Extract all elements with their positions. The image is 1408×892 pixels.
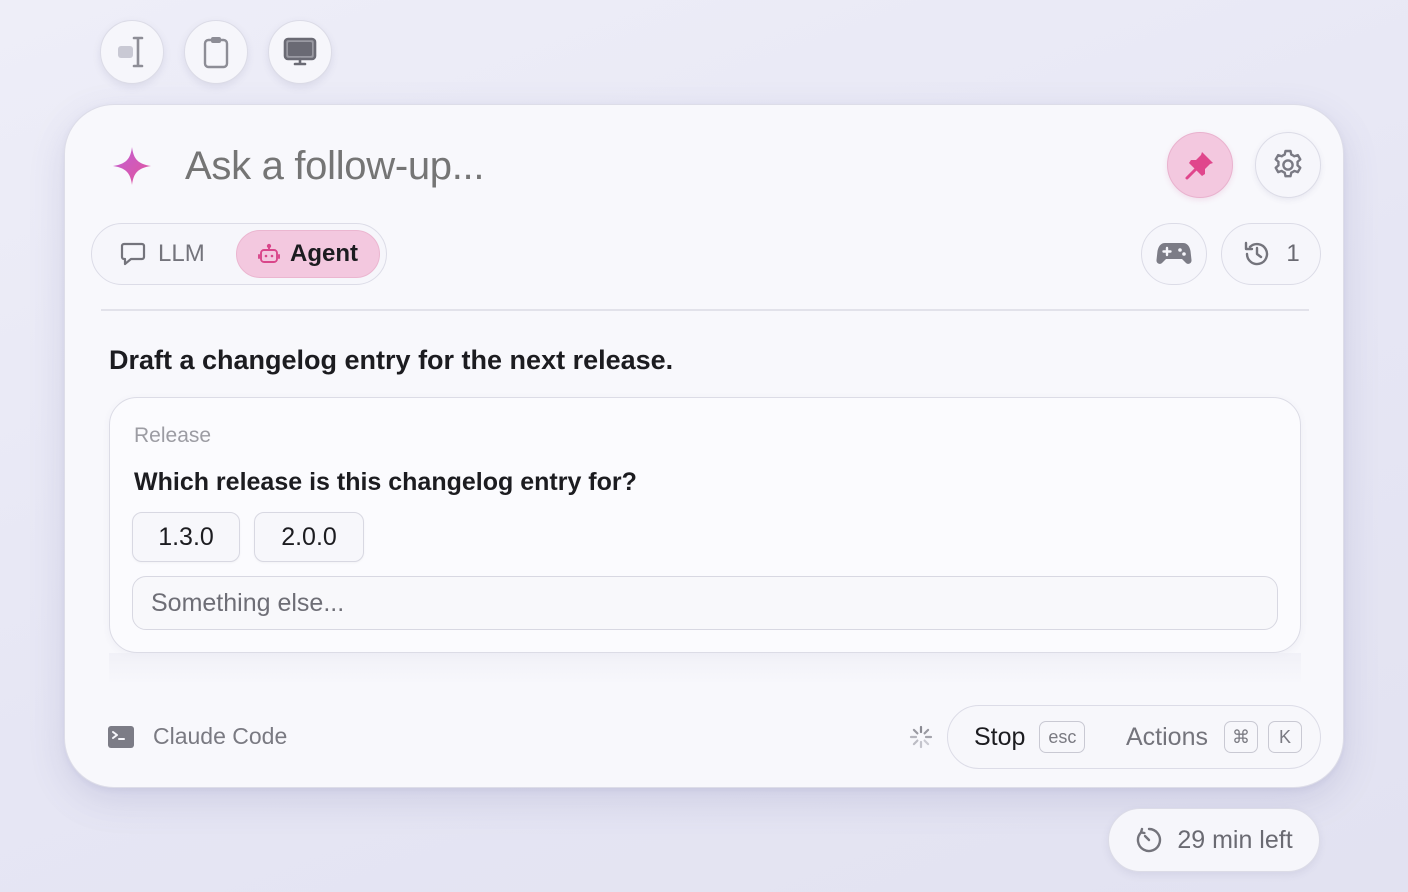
source-label: Claude Code — [153, 723, 288, 749]
chat-bubble-icon — [120, 242, 146, 266]
pin-icon — [1185, 152, 1213, 180]
terminal-icon — [108, 725, 134, 748]
loading-spinner-icon — [909, 725, 933, 749]
screen-button[interactable] — [268, 20, 332, 84]
timer-icon — [1137, 827, 1162, 853]
text-cursor-icon — [118, 36, 144, 68]
actions-button[interactable]: Actions ⌘ K — [1126, 706, 1302, 768]
actions-bar: Stop esc Actions ⌘ K — [947, 705, 1321, 769]
stop-label: Stop — [974, 722, 1026, 751]
k-shortcut-key: K — [1267, 721, 1302, 753]
game-button[interactable] — [1141, 223, 1207, 285]
stop-button[interactable]: Stop esc — [974, 706, 1086, 768]
text-cursor-button[interactable] — [100, 20, 164, 84]
esc-shortcut-key: esc — [1039, 721, 1086, 753]
sparkle-icon — [113, 147, 151, 185]
gamepad-icon — [1156, 243, 1192, 264]
time-remaining-badge: 29 min left — [1108, 808, 1320, 872]
pin-button[interactable] — [1167, 132, 1233, 198]
clipboard-button[interactable] — [184, 20, 248, 84]
mode-llm-tab[interactable]: LLM — [120, 232, 205, 276]
settings-button[interactable] — [1255, 132, 1321, 198]
mode-agent-tab[interactable]: Agent — [236, 230, 380, 278]
robot-icon — [258, 243, 280, 263]
option-button-1[interactable]: 1.3.0 — [132, 512, 240, 562]
question-category-label: Release — [134, 424, 212, 447]
history-count: 1 — [1286, 240, 1300, 267]
source-indicator: Claude Code — [107, 723, 287, 750]
history-button[interactable]: 1 — [1221, 223, 1321, 285]
time-remaining-label: 29 min left — [1177, 825, 1293, 854]
option-button-2[interactable]: 2.0.0 — [254, 512, 364, 562]
clipboard-icon — [203, 37, 229, 69]
follow-up-input[interactable] — [185, 139, 1085, 193]
divider — [101, 309, 1309, 311]
mode-toggle: LLM Agent — [91, 223, 387, 285]
something-else-input[interactable] — [132, 576, 1278, 630]
mode-llm-label: LLM — [158, 240, 205, 267]
gear-icon — [1274, 149, 1302, 178]
question-card: Release Which release is this changelog … — [109, 397, 1301, 653]
command-shortcut-key: ⌘ — [1223, 721, 1258, 753]
history-icon — [1245, 241, 1269, 266]
footer-separator — [109, 653, 1301, 685]
assistant-panel: LLM Agent — [64, 104, 1344, 788]
actions-label: Actions — [1126, 722, 1208, 751]
mode-agent-label: Agent — [290, 240, 358, 267]
question-text: Which release is this changelog entry fo… — [134, 468, 637, 496]
task-title: Draft a changelog entry for the next rel… — [109, 345, 674, 375]
monitor-icon — [283, 37, 317, 66]
